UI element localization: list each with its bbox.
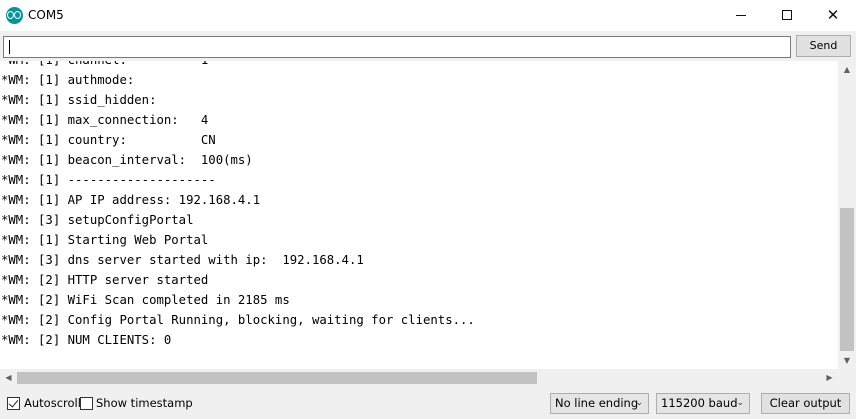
chevron-down-icon: ⌄ xyxy=(736,398,744,408)
log-line: *WM: [2] HTTP server started xyxy=(1,273,209,287)
minimize-icon xyxy=(736,15,746,16)
log-line: *WM: [1] country: CN xyxy=(1,133,216,147)
line-ending-value: No line ending xyxy=(555,396,639,410)
timestamp-label: Show timestamp xyxy=(96,396,193,410)
send-bar xyxy=(0,31,856,61)
baud-rate-select[interactable]: 115200 baud ⌄ xyxy=(656,393,750,414)
timestamp-checkbox[interactable] xyxy=(80,397,93,410)
serial-input[interactable] xyxy=(3,36,791,58)
minimize-button[interactable] xyxy=(718,0,764,31)
autoscroll-checkbox[interactable] xyxy=(7,397,20,410)
serial-output[interactable]: *WM: [1] channel: 1 *WM: [1] authmode: *… xyxy=(0,61,838,369)
log-line: *WM: [1] max_connection: 4 xyxy=(1,113,209,127)
clear-output-button[interactable]: Clear output xyxy=(761,393,850,414)
maximize-icon xyxy=(782,9,792,20)
status-bar: Autoscroll Show timestamp No line ending… xyxy=(0,387,856,419)
window-title: COM5 xyxy=(28,8,64,22)
checkmark-icon xyxy=(8,397,19,408)
scrollbar-corner xyxy=(838,369,856,387)
horizontal-scroll-thumb[interactable] xyxy=(17,372,537,384)
log-line: *WM: [2] NUM CLIENTS: 0 xyxy=(1,333,172,347)
baud-rate-value: 115200 baud xyxy=(661,396,738,410)
log-line: *WM: [3] setupConfigPortal xyxy=(1,213,194,227)
log-line: *WM: [3] dns server started with ip: 192… xyxy=(1,253,364,267)
close-button[interactable]: ✕ xyxy=(810,0,856,31)
log-line: *WM: [1] Starting Web Portal xyxy=(1,233,209,247)
log-line: *WM: [2] WiFi Scan completed in 2185 ms xyxy=(1,293,290,307)
title-bar: COM5 ✕ xyxy=(0,0,856,31)
vertical-scroll-thumb[interactable] xyxy=(840,208,854,351)
chevron-down-icon: ⌄ xyxy=(635,398,643,408)
log-line: *WM: [1] -------------------- xyxy=(1,173,216,187)
vertical-scrollbar[interactable]: ▲ ▼ xyxy=(838,61,856,369)
send-button[interactable]: Send xyxy=(796,35,851,57)
arduino-icon xyxy=(6,7,23,24)
line-ending-select[interactable]: No line ending ⌄ xyxy=(550,393,649,414)
log-line: *WM: [2] Config Portal Running, blocking… xyxy=(1,313,475,327)
scroll-down-icon[interactable]: ▼ xyxy=(838,352,856,369)
log-line: *WM: [1] authmode: xyxy=(1,73,135,87)
maximize-button[interactable] xyxy=(764,0,810,31)
scroll-right-icon[interactable]: ▶ xyxy=(821,369,838,387)
log-line: *WM: [1] ssid_hidden: xyxy=(1,93,157,107)
text-caret xyxy=(9,40,10,54)
log-line: *WM: [1] beacon_interval: 100(ms) xyxy=(1,153,253,167)
log-line: *WM: [1] AP IP address: 192.168.4.1 xyxy=(1,193,261,207)
scroll-up-icon[interactable]: ▲ xyxy=(838,61,856,78)
scroll-left-icon[interactable]: ◀ xyxy=(0,369,17,387)
horizontal-scrollbar[interactable]: ◀ ▶ xyxy=(0,369,838,387)
autoscroll-label: Autoscroll xyxy=(24,396,81,410)
log-line: *WM: [1] channel: 1 xyxy=(1,61,208,70)
